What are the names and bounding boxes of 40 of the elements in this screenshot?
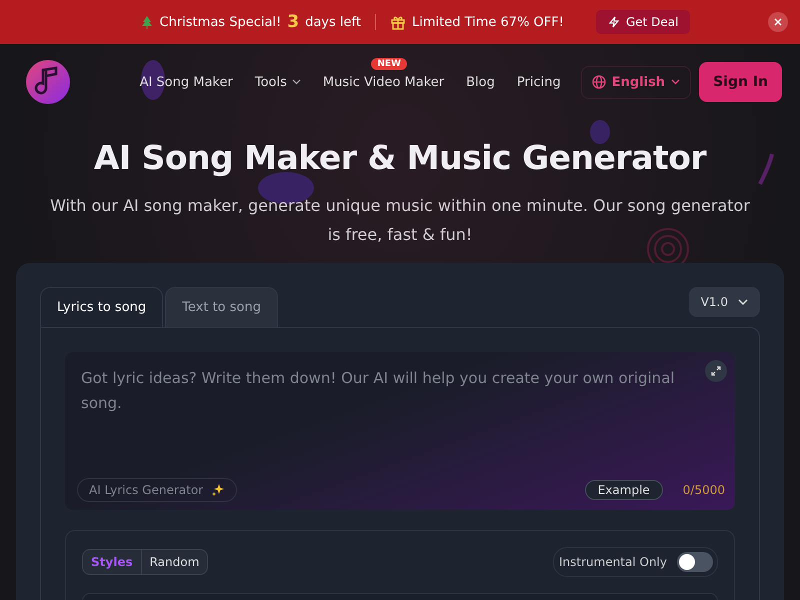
promo-text: Limited Time 67% OFF! [412, 14, 564, 30]
instrumental-toggle[interactable] [677, 552, 713, 572]
sparkles-icon [211, 483, 226, 497]
nav-link[interactable]: Pricing [516, 74, 561, 90]
ai-lyrics-generator-button[interactable]: AI Lyrics Generator [77, 478, 238, 502]
hero-subtitle: With our AI song maker, generate unique music within one minute. Our song generator is free, fast & fun! [49, 195, 751, 246]
sign-in-button[interactable]: Sign In [699, 62, 782, 102]
get-deal-button[interactable]: Get Deal [596, 10, 690, 34]
nav-link[interactable]: Tools [254, 74, 301, 90]
mode-tab[interactable]: Lyrics to song [40, 287, 164, 327]
language-selector[interactable]: English [580, 66, 692, 98]
countdown-text: days left [305, 14, 361, 30]
mode-tab[interactable]: Text to song [165, 287, 278, 327]
style-mode-option[interactable]: Styles [83, 550, 141, 574]
close-icon [774, 18, 782, 26]
chevron-down-icon [738, 299, 748, 305]
squiggle-drawing [758, 154, 774, 185]
close-button[interactable] [768, 12, 788, 32]
globe-icon [592, 75, 606, 89]
style-mode-option[interactable]: Random [140, 550, 208, 574]
gift-icon [390, 14, 406, 30]
instrumental-label: Instrumental Only [558, 555, 667, 569]
countdown-number: 3 [287, 12, 300, 32]
lyrics-field[interactable]: Got lyric ideas? Write them down! Our AI will help you create your own original song. AI Lyrics Generator Example 0/5000 [65, 352, 735, 510]
expand-button[interactable] [705, 360, 727, 382]
expand-icon [711, 366, 721, 376]
promo-text: Christmas Special! [160, 14, 282, 30]
new-badge: NEW [371, 58, 407, 70]
lightning-icon [608, 16, 620, 28]
nav-link[interactable]: AI Song Maker [140, 74, 233, 90]
logo-icon[interactable] [26, 60, 70, 104]
example-button[interactable]: Example [584, 480, 663, 500]
version-dropdown[interactable]: V1.0 [688, 287, 760, 317]
nav-link[interactable]: Blog [466, 74, 495, 90]
character-counter: 0/5000 [682, 483, 725, 497]
chevron-down-icon [671, 79, 680, 85]
hero-title: AI Song Maker & Music Generator [94, 138, 706, 177]
christmas-tree-icon [140, 15, 154, 29]
chevron-down-icon [292, 79, 301, 85]
decoration-blob [590, 120, 610, 144]
